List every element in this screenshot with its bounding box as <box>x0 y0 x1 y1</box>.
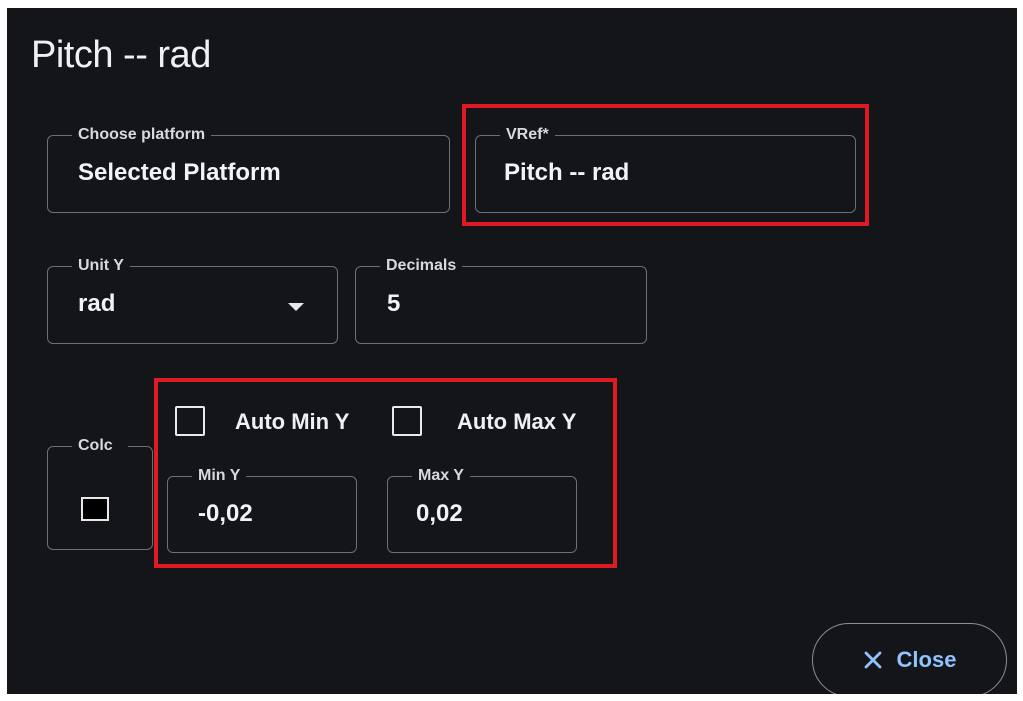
color-swatch[interactable] <box>81 497 109 521</box>
close-button[interactable]: Close <box>812 623 1007 694</box>
vref-highlight-box <box>462 104 869 226</box>
platform-value: Selected Platform <box>78 159 281 186</box>
dialog-title: Pitch -- rad <box>31 34 211 76</box>
color-field[interactable]: Colc <box>47 436 153 550</box>
chevron-down-icon[interactable] <box>288 303 304 311</box>
min-max-highlight-box <box>154 378 617 568</box>
color-label: Colc <box>72 436 128 456</box>
decimals-label: Decimals <box>380 256 463 276</box>
platform-label: Choose platform <box>72 125 212 145</box>
unit-y-select[interactable]: Unit Y rad <box>47 256 338 344</box>
unit-y-value: rad <box>78 290 116 317</box>
unit-y-label: Unit Y <box>72 256 130 276</box>
dialog: Pitch -- rad Choose platform Selected Pl… <box>7 8 1017 694</box>
close-icon <box>864 651 881 669</box>
decimals-field[interactable]: Decimals 5 <box>355 256 647 344</box>
close-label: Close <box>896 647 957 672</box>
decimals-input[interactable]: 5 <box>387 290 400 318</box>
platform-field[interactable]: Choose platform Selected Platform <box>47 125 450 213</box>
